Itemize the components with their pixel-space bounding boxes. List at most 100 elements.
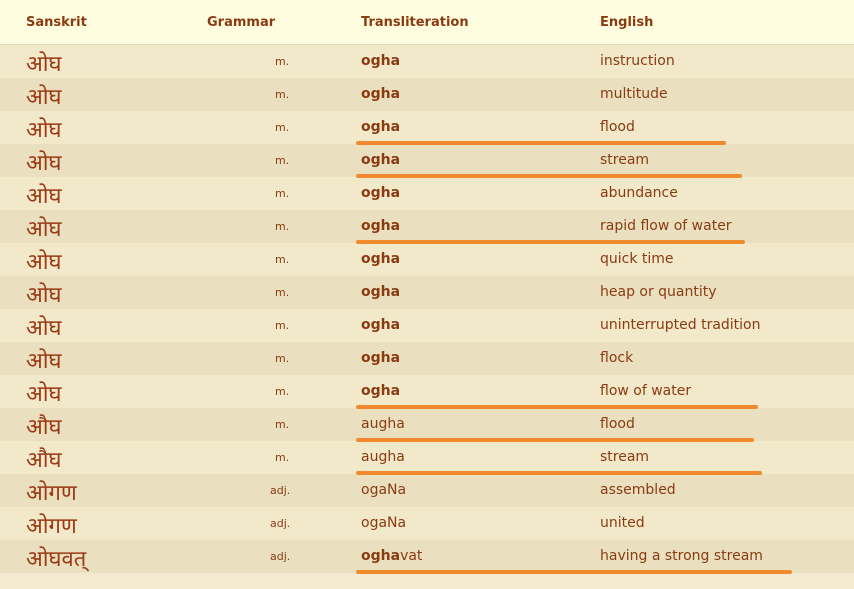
transliteration-root: ogha [361, 185, 401, 201]
table-row[interactable]: ओघ m. ogha heap or quantity [0, 276, 854, 309]
transliteration: ogha [361, 185, 400, 201]
highlight-underline [356, 405, 758, 409]
table-row[interactable]: ओघ m. ogha instruction [0, 45, 854, 78]
table-row[interactable]: ओघ m. ogha flock [0, 342, 854, 375]
english-meaning: united [600, 515, 645, 531]
transliteration-root: ogha [361, 317, 401, 333]
sanskrit-word[interactable]: औघ [26, 411, 62, 441]
transliteration-root: ogha [361, 86, 401, 102]
sanskrit-word[interactable]: औघ [26, 444, 62, 474]
english-meaning: flood [600, 119, 635, 135]
grammar-tag: m. [275, 319, 290, 332]
header-sanskrit[interactable]: Sanskrit [26, 15, 87, 30]
grammar-tag: m. [275, 154, 290, 167]
transliteration: ogha [361, 383, 400, 399]
sanskrit-word[interactable]: ओघ [26, 312, 62, 342]
transliteration-suffix: augha [361, 449, 405, 465]
english-meaning: flow of water [600, 383, 692, 399]
transliteration: ogha [361, 350, 400, 366]
sanskrit-word[interactable]: ओगण [26, 510, 77, 540]
table-row[interactable]: ओगण adj. ogaNa united [0, 507, 854, 540]
header-english[interactable]: English [600, 15, 653, 30]
grammar-tag: adj. [270, 517, 291, 530]
english-meaning: uninterrupted tradition [600, 317, 761, 333]
transliteration-suffix: ogaNa [361, 482, 407, 498]
transliteration-root: ogha [361, 119, 401, 135]
transliteration: ogha [361, 53, 400, 69]
sanskrit-word[interactable]: ओघ [26, 246, 62, 276]
grammar-tag: m. [275, 286, 290, 299]
transliteration-root: ogha [361, 53, 401, 69]
transliteration-root: ogha [361, 218, 401, 234]
transliteration-suffix: ogaNa [361, 515, 407, 531]
header-grammar[interactable]: Grammar [207, 15, 275, 30]
table-row[interactable]: औघ m. augha flood [0, 408, 854, 442]
english-meaning: multitude [600, 86, 668, 102]
table-row[interactable]: ओघ m. ogha flood [0, 111, 854, 145]
table-row[interactable]: औघ m. augha stream [0, 441, 854, 475]
table-row[interactable]: ओगण adj. ogaNa assembled [0, 474, 854, 507]
english-meaning: instruction [600, 53, 675, 69]
sanskrit-word[interactable]: ओगण [26, 477, 77, 507]
highlight-underline [356, 141, 726, 145]
grammar-tag: m. [275, 187, 290, 200]
transliteration: oghavat [361, 548, 422, 564]
header-transliteration[interactable]: Transliteration [361, 15, 469, 30]
transliteration-root: ogha [361, 284, 401, 300]
table-row[interactable]: ओघ m. ogha uninterrupted tradition [0, 309, 854, 342]
dictionary-table: Sanskrit Grammar Transliteration English… [0, 0, 854, 574]
table-row[interactable]: ओघ m. ogha flow of water [0, 375, 854, 409]
sanskrit-word[interactable]: ओघ [26, 378, 62, 408]
sanskrit-word[interactable]: ओघ [26, 81, 62, 111]
transliteration: ogaNa [361, 515, 406, 531]
highlight-underline [356, 570, 792, 574]
transliteration-suffix: augha [361, 416, 405, 432]
table-row[interactable]: ओघ m. ogha multitude [0, 78, 854, 111]
sanskrit-word[interactable]: ओघ [26, 114, 62, 144]
sanskrit-word[interactable]: ओघ [26, 147, 62, 177]
sanskrit-word[interactable]: ओघवत् [26, 543, 86, 573]
transliteration: ogha [361, 317, 400, 333]
sanskrit-word[interactable]: ओघ [26, 180, 62, 210]
sanskrit-word[interactable]: ओघ [26, 279, 62, 309]
grammar-tag: m. [275, 55, 290, 68]
transliteration-root: ogha [361, 152, 401, 168]
table-row[interactable]: ओघ m. ogha abundance [0, 177, 854, 210]
sanskrit-word[interactable]: ओघ [26, 48, 62, 78]
english-meaning: stream [600, 449, 650, 465]
transliteration: ogha [361, 152, 400, 168]
grammar-tag: m. [275, 418, 290, 431]
grammar-tag: m. [275, 253, 290, 266]
highlight-underline [356, 438, 754, 442]
transliteration: ogha [361, 86, 400, 102]
transliteration-root: ogha [361, 548, 401, 564]
highlight-underline [356, 174, 742, 178]
table-row[interactable]: ओघ m. ogha quick time [0, 243, 854, 276]
highlight-underline [356, 471, 762, 475]
grammar-tag: m. [275, 220, 290, 233]
transliteration: ogha [361, 284, 400, 300]
grammar-tag: m. [275, 451, 290, 464]
transliteration-root: ogha [361, 383, 401, 399]
transliteration: ogaNa [361, 482, 406, 498]
english-meaning: rapid flow of water [600, 218, 732, 234]
grammar-tag: m. [275, 385, 290, 398]
english-meaning: abundance [600, 185, 678, 201]
transliteration: ogha [361, 119, 400, 135]
grammar-tag: adj. [270, 484, 291, 497]
english-meaning: assembled [600, 482, 676, 498]
sanskrit-word[interactable]: ओघ [26, 213, 62, 243]
transliteration: ogha [361, 218, 400, 234]
transliteration: augha [361, 416, 405, 432]
english-meaning: stream [600, 152, 650, 168]
transliteration-root: ogha [361, 350, 401, 366]
grammar-tag: m. [275, 352, 290, 365]
table-body: ओघ m. ogha instruction ओघ m. ogha multitude ओघ m.… [0, 45, 854, 574]
table-row[interactable]: ओघ m. ogha stream [0, 144, 854, 178]
sanskrit-word[interactable]: ओघ [26, 345, 62, 375]
table-row[interactable]: ओघ m. ogha rapid flow of water [0, 210, 854, 244]
table-row[interactable]: ओघवत् adj. oghavat having a strong stream [0, 540, 854, 574]
transliteration-suffix: vat [400, 548, 423, 564]
english-meaning: having a strong stream [600, 548, 763, 564]
transliteration-root: ogha [361, 251, 401, 267]
